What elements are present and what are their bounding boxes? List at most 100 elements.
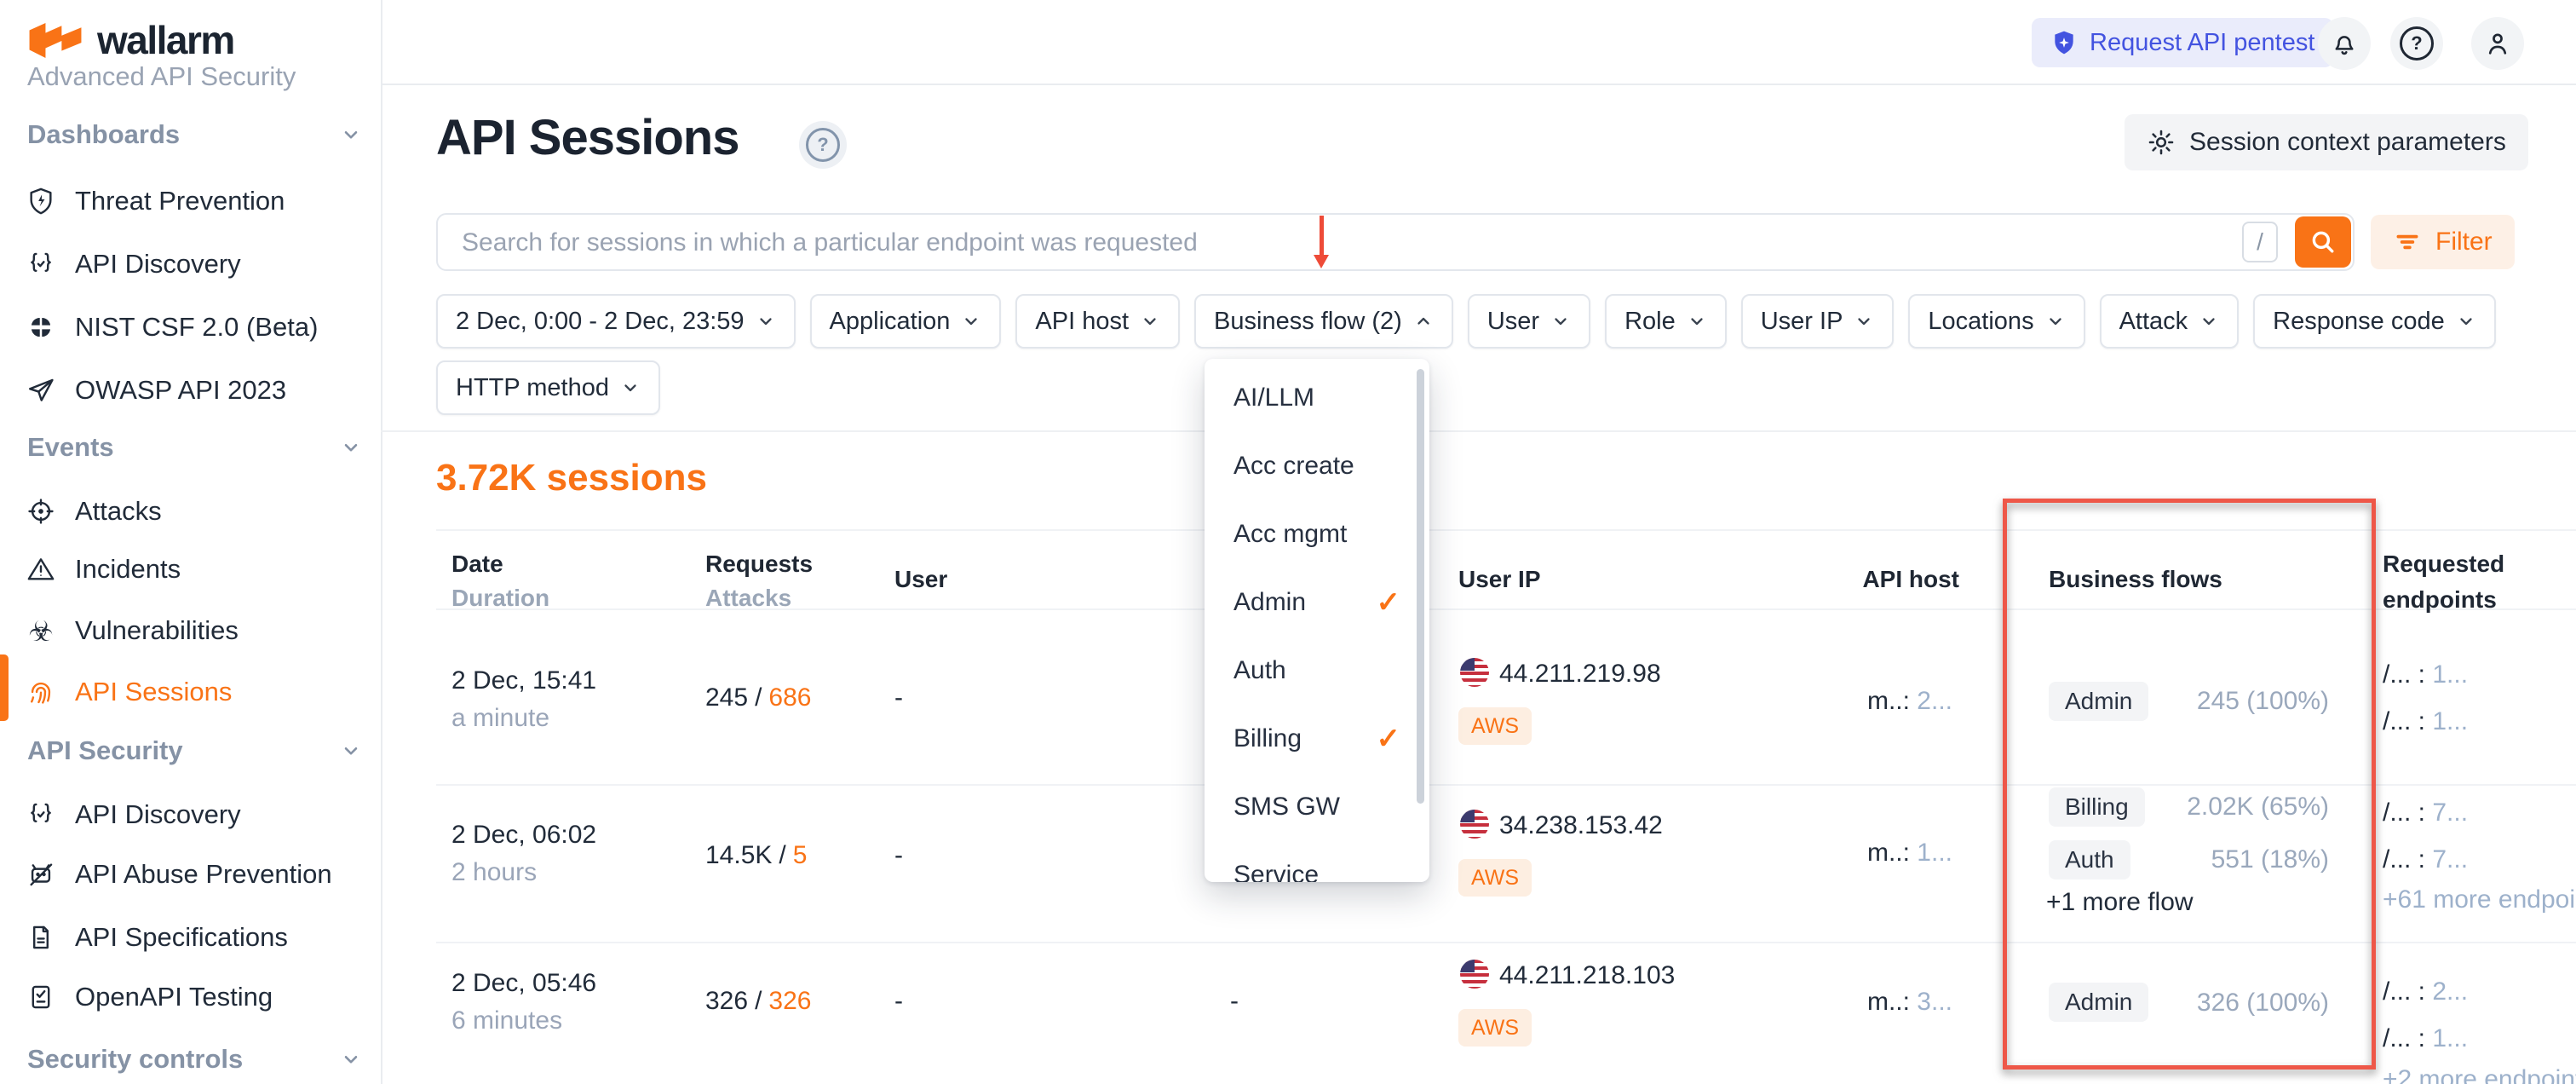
session-date: 2 Dec, 15:41: [451, 666, 596, 695]
dropdown-item-acc-mgmt[interactable]: Acc mgmt: [1205, 500, 1429, 568]
more-flows-link[interactable]: +1 more flow: [2046, 888, 2194, 917]
sidebar: wallarm Advanced API Security Dashboards…: [0, 0, 382, 1084]
business-flow-stat: 326 (100%): [2113, 989, 2329, 1018]
dropdown-item-acc-create[interactable]: Acc create: [1205, 432, 1429, 500]
dropdown-scrollbar[interactable]: [1417, 369, 1424, 804]
sidebar-item-api-specifications[interactable]: API Specifications: [26, 920, 362, 955]
pentest-shield-icon: [2050, 29, 2078, 56]
api-host-cell: m..: 3...: [1721, 988, 1952, 1017]
filter-chip-row-2: HTTP method: [436, 360, 660, 415]
question-icon: ?: [2400, 26, 2434, 61]
filter-button[interactable]: Filter: [2371, 215, 2515, 269]
help-button[interactable]: ?: [2390, 17, 2443, 70]
sidebar-item-attacks[interactable]: Attacks: [26, 493, 362, 529]
col-header-date[interactable]: Date: [451, 551, 503, 578]
col-header-requests[interactable]: Requests: [705, 551, 813, 578]
chip-http-method[interactable]: HTTP method: [436, 360, 660, 415]
dropdown-item-auth[interactable]: Auth: [1205, 637, 1429, 705]
session-date: 2 Dec, 05:46: [451, 969, 596, 998]
dropdown-item-partial[interactable]: Service: [1205, 841, 1429, 882]
table-top-border: [436, 529, 2576, 531]
dropdown-item-admin[interactable]: Admin✓: [1205, 568, 1429, 637]
more-endpoints-link[interactable]: +2 more endpoints: [2383, 1065, 2576, 1084]
chip-user[interactable]: User: [1468, 294, 1590, 349]
dropdown-item-billing[interactable]: Billing✓: [1205, 705, 1429, 773]
brand-name: wallarm: [97, 17, 234, 63]
chip-application[interactable]: Application: [810, 294, 1002, 349]
business-flow-stat: 551 (18%): [2113, 845, 2329, 874]
chip-role[interactable]: Role: [1605, 294, 1727, 349]
filter-lines-icon: [2393, 228, 2422, 257]
robot-slash-icon: [26, 859, 56, 890]
request-api-pentest-button[interactable]: Request API pentest: [2032, 18, 2333, 67]
col-header-duration[interactable]: Duration: [451, 585, 549, 612]
chevron-down-icon: [2199, 311, 2219, 332]
chip-attack[interactable]: Attack: [2100, 294, 2240, 349]
sidebar-section-dashboards[interactable]: Dashboards: [27, 118, 362, 152]
user-profile-button[interactable]: [2471, 17, 2524, 70]
page-title-help-button[interactable]: ?: [799, 121, 847, 169]
endpoint-line: /... : 1...: [2383, 1024, 2468, 1053]
sidebar-item-api-sessions[interactable]: API Sessions: [26, 674, 362, 710]
sidebar-section-api-security[interactable]: API Security: [27, 734, 362, 768]
search-input[interactable]: [460, 216, 2082, 269]
chevron-down-icon: [1854, 311, 1874, 332]
chevron-down-icon: [961, 311, 981, 332]
sidebar-item-api-abuse-prevention[interactable]: API Abuse Prevention: [26, 856, 362, 892]
sidebar-section-events[interactable]: Events: [27, 430, 362, 464]
chip-date-range[interactable]: 2 Dec, 0:00 - 2 Dec, 23:59: [436, 294, 796, 349]
search-icon: [2309, 228, 2337, 257]
chip-api-host[interactable]: API host: [1015, 294, 1180, 349]
sidebar-item-api-discovery[interactable]: API Discovery: [26, 246, 362, 282]
attacks-count: 5: [793, 841, 808, 869]
chevron-down-icon: [1687, 311, 1707, 332]
col-header-requested-endpoints[interactable]: endpoints: [2383, 586, 2497, 614]
chevron-down-icon: [2045, 311, 2066, 332]
chip-business-flow[interactable]: Business flow (2): [1194, 294, 1453, 349]
chip-response-code[interactable]: Response code: [2253, 294, 2496, 349]
sidebar-section-security-controls[interactable]: Security controls: [27, 1042, 362, 1076]
check-icon: ✓: [1377, 722, 1401, 756]
sidebar-item-threat-prevention[interactable]: Threat Prevention: [26, 183, 362, 219]
target-icon: [26, 496, 56, 527]
braces-check-icon: [26, 249, 56, 280]
annotation-red-arrow: [1320, 216, 1324, 257]
col-header-user[interactable]: User: [894, 566, 947, 593]
col-header-user-ip[interactable]: User IP: [1458, 566, 1541, 593]
doc-check-icon: [26, 982, 56, 1012]
sessions-count: 3.72K sessions: [436, 457, 707, 499]
col-header-business-flows[interactable]: Business flows: [2049, 566, 2222, 593]
sidebar-item-nist-csf[interactable]: NIST CSF 2.0 (Beta): [26, 309, 362, 345]
endpoint-line: /... : 7...: [2383, 845, 2468, 874]
aws-badge: AWS: [1458, 859, 1532, 897]
sidebar-item-openapi-testing[interactable]: OpenAPI Testing: [26, 979, 362, 1015]
requests-attacks: 14.5K/5: [705, 841, 807, 870]
chip-locations[interactable]: Locations: [1908, 294, 2084, 349]
user-cell: -: [894, 987, 903, 1016]
fingerprint-icon: [26, 677, 56, 707]
col-header-attacks[interactable]: Attacks: [705, 585, 791, 612]
sidebar-item-owasp[interactable]: OWASP API 2023: [26, 372, 362, 408]
dropdown-item-ai-llm[interactable]: AI/LLM: [1205, 364, 1429, 432]
col-header-api-host[interactable]: API host: [1780, 566, 1959, 593]
sidebar-item-vulnerabilities[interactable]: ☣ Vulnerabilities: [26, 613, 362, 649]
chevron-down-icon: [620, 378, 641, 398]
endpoint-line: /... : 2...: [2383, 977, 2468, 1006]
brand-subtitle: Advanced API Security: [27, 61, 296, 92]
session-duration: 2 hours: [451, 858, 537, 887]
chevron-down-icon: [340, 740, 362, 762]
session-context-parameters-button[interactable]: Session context parameters: [2125, 114, 2528, 170]
sidebar-item-incidents[interactable]: Incidents: [26, 551, 362, 587]
notifications-bell-button[interactable]: [2318, 17, 2371, 70]
business-flow-stat: 245 (100%): [2113, 687, 2329, 716]
search-button[interactable]: [2295, 216, 2351, 268]
dropdown-item-sms-gw[interactable]: SMS GW: [1205, 773, 1429, 841]
active-item-indicator: [0, 654, 9, 721]
chip-user-ip[interactable]: User IP: [1741, 294, 1895, 349]
us-flag-icon: [1460, 658, 1489, 687]
col-header-requested-endpoints[interactable]: Requested: [2383, 551, 2504, 578]
row-divider: [436, 942, 2576, 943]
user-cell: -: [894, 841, 903, 870]
more-endpoints-link[interactable]: +61 more endpoints: [2383, 885, 2576, 914]
sidebar-item-api-discovery-2[interactable]: API Discovery: [26, 797, 362, 833]
